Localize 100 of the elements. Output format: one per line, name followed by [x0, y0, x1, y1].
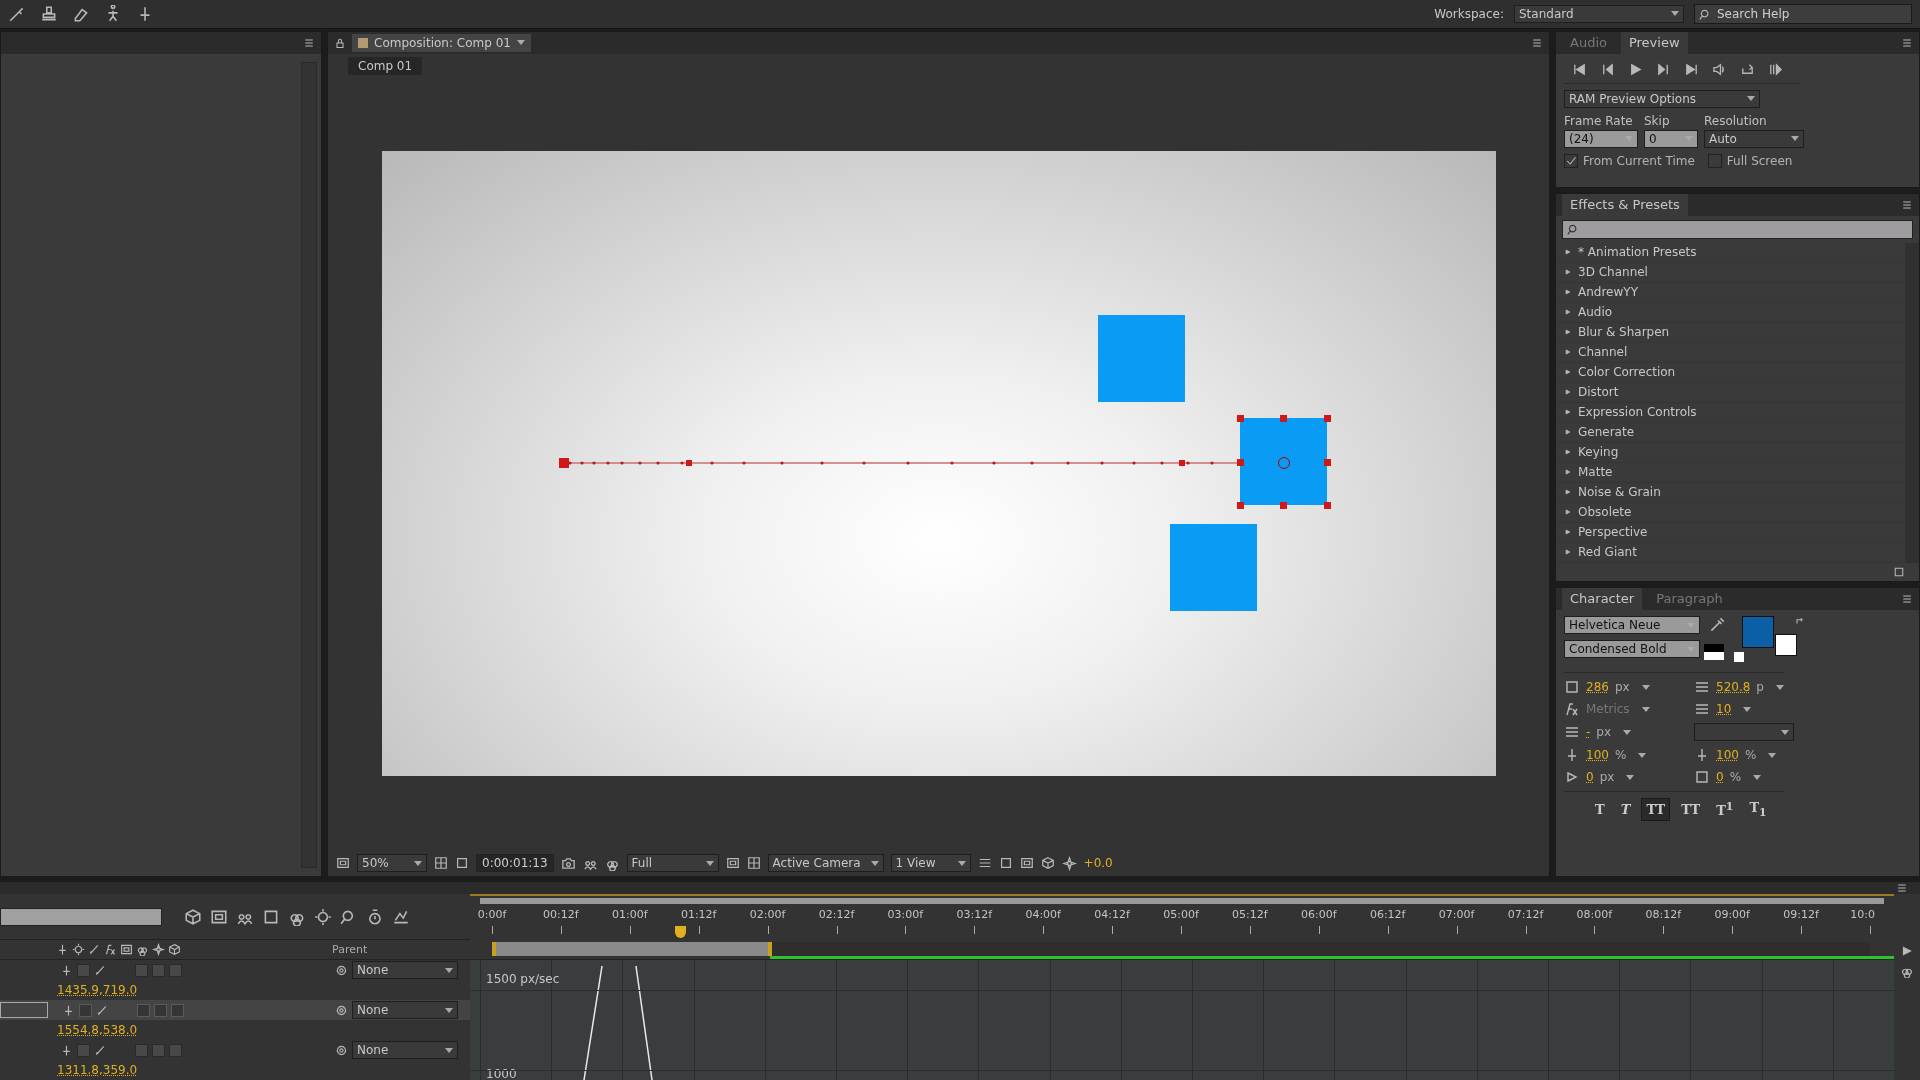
expand-triangle-icon[interactable]: [1564, 448, 1572, 457]
stroke-color-swatch[interactable]: [1775, 634, 1797, 656]
switch-box[interactable]: [154, 1003, 167, 1017]
panel-tab[interactable]: Preview: [1620, 31, 1688, 54]
menu-icon[interactable]: [1901, 198, 1913, 211]
baseline-shift-value[interactable]: 0: [1586, 770, 1594, 784]
switch-box[interactable]: [169, 1043, 182, 1057]
vertical-scale-value[interactable]: 100: [1586, 748, 1609, 762]
lock-icon[interactable]: [334, 36, 346, 49]
effect-category[interactable]: Blur & Sharpen: [1556, 322, 1905, 343]
frame-rate-dropdown[interactable]: (24): [1564, 129, 1638, 148]
effect-category[interactable]: Perspective: [1556, 522, 1905, 543]
expand-triangle-icon[interactable]: [1564, 408, 1572, 417]
effect-category[interactable]: Channel: [1556, 342, 1905, 363]
parent-dropdown[interactable]: None: [352, 1041, 458, 1059]
switch-box[interactable]: [152, 963, 165, 977]
expand-triangle-icon[interactable]: [1564, 368, 1572, 377]
expand-triangle-icon[interactable]: [1564, 288, 1572, 297]
stroke-width-value[interactable]: -: [1586, 725, 1591, 739]
camera-icon[interactable]: [560, 855, 576, 871]
pencil-icon[interactable]: [94, 963, 107, 977]
switch-box[interactable]: [135, 963, 148, 977]
position-value[interactable]: 1435.9,719.0: [57, 983, 138, 997]
resolution-dropdown[interactable]: Full: [626, 854, 719, 872]
checkbox-label[interactable]: Full Screen: [1726, 153, 1793, 168]
effect-category[interactable]: * Animation Presets: [1556, 242, 1905, 263]
switch-box[interactable]: [137, 1003, 150, 1017]
tracking-value[interactable]: 10: [1716, 702, 1732, 716]
switch-box[interactable]: [169, 963, 182, 977]
expand-triangle-icon[interactable]: [1564, 508, 1572, 517]
no-color-swatch[interactable]: [1734, 652, 1744, 662]
expand-triangle-icon[interactable]: [1564, 348, 1572, 357]
expand-triangle-icon[interactable]: [1564, 548, 1572, 557]
effect-category[interactable]: Distort: [1556, 382, 1905, 403]
search-field[interactable]: [0, 907, 162, 926]
eyedropper-icon[interactable]: [1708, 616, 1726, 634]
stamp-icon[interactable]: [40, 5, 58, 23]
pencil-icon[interactable]: [96, 1003, 109, 1017]
font-size-value[interactable]: 286: [1586, 680, 1609, 694]
expand-triangle-icon[interactable]: [1564, 268, 1572, 277]
position-value[interactable]: 1554.8,538.0: [57, 1023, 138, 1037]
position-value[interactable]: 1311.8,359.0: [57, 1063, 138, 1077]
scrollbar[interactable]: [1905, 242, 1919, 563]
breadcrumb-button[interactable]: Comp 01: [348, 56, 423, 75]
parent-dropdown[interactable]: None: [352, 1001, 458, 1019]
tsume-value[interactable]: 0: [1716, 770, 1724, 784]
effect-category[interactable]: Noise & Grain: [1556, 482, 1905, 503]
effect-category[interactable]: Color Correction: [1556, 362, 1905, 383]
current-time-indicator[interactable]: [675, 926, 687, 938]
effect-category[interactable]: Generate: [1556, 422, 1905, 443]
effect-category[interactable]: Keying: [1556, 442, 1905, 463]
menu-icon[interactable]: [303, 36, 315, 49]
small-caps-button[interactable]: TT: [1676, 798, 1706, 821]
fill-color-swatch[interactable]: [1742, 616, 1774, 648]
ram-preview-icon[interactable]: [1768, 61, 1783, 77]
pick-whip-icon[interactable]: [335, 1043, 348, 1057]
speaker-icon[interactable]: [1712, 61, 1727, 77]
ram-preview-dropdown[interactable]: RAM Preview Options: [1564, 89, 1760, 108]
composition-tab[interactable]: Composition: Comp 01: [352, 33, 531, 52]
effect-category[interactable]: Obsolete: [1556, 502, 1905, 523]
pick-whip-icon[interactable]: [335, 1003, 348, 1017]
work-area-track[interactable]: [492, 942, 1870, 956]
checkbox[interactable]: [1564, 153, 1578, 168]
camera-dropdown[interactable]: Active Camera: [767, 854, 884, 872]
font-family-dropdown[interactable]: Helvetica Neue: [1564, 616, 1700, 634]
switch-box[interactable]: [152, 1043, 165, 1057]
effect-category[interactable]: Audio: [1556, 302, 1905, 323]
skip-dropdown[interactable]: 0: [1644, 129, 1698, 148]
switch-box[interactable]: [135, 1043, 148, 1057]
guides-icon[interactable]: [977, 856, 992, 870]
parent-dropdown[interactable]: None: [352, 961, 458, 979]
menu-icon[interactable]: [1896, 882, 1908, 894]
last-frame-icon[interactable]: [1684, 61, 1699, 77]
grid-icon[interactable]: [434, 856, 448, 870]
expand-triangle-icon[interactable]: [1564, 388, 1572, 397]
search-field[interactable]: Search Help: [1694, 4, 1912, 24]
motion-path[interactable]: [558, 458, 1238, 469]
timecode-field[interactable]: 0:00:01:13: [476, 854, 554, 872]
menu-icon[interactable]: [1901, 593, 1913, 605]
superscript-button[interactable]: T$^{1}$: [1711, 798, 1739, 821]
zoom-dropdown[interactable]: 50%: [357, 854, 427, 872]
stopwatch-icon[interactable]: [366, 907, 384, 926]
frame-icon[interactable]: [336, 856, 350, 870]
expand-triangle-icon[interactable]: [1564, 248, 1572, 257]
expand-triangle-icon[interactable]: [1564, 428, 1572, 437]
search-field[interactable]: [1562, 219, 1913, 239]
subscript-button[interactable]: T$_{1}$: [1744, 798, 1772, 821]
first-frame-icon[interactable]: [1572, 61, 1587, 77]
3d-layer-icon[interactable]: [168, 943, 181, 956]
effect-category[interactable]: Red Giant: [1556, 542, 1905, 563]
effect-category[interactable]: Matte: [1556, 462, 1905, 483]
switch-box[interactable]: [77, 1043, 90, 1057]
switch-box[interactable]: [77, 963, 90, 977]
panel-tab[interactable]: Character: [1562, 588, 1643, 610]
default-colors-swatch[interactable]: [1704, 644, 1724, 660]
layer-row[interactable]: None 1311.8,359.0: [0, 1040, 470, 1080]
expand-triangle-icon[interactable]: [1564, 468, 1572, 477]
effect-category[interactable]: Expression Controls: [1556, 402, 1905, 423]
workspace-dropdown[interactable]: Standard: [1514, 5, 1684, 23]
expand-triangle-icon[interactable]: [1564, 308, 1572, 317]
